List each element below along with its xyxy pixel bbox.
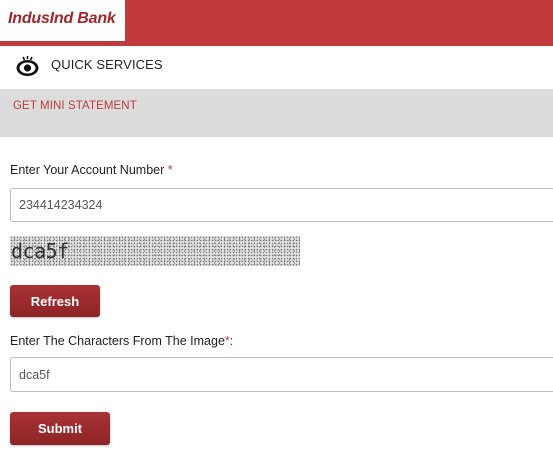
refresh-button[interactable]: Refresh [10, 285, 100, 317]
captcha-input-label-text: Enter The Characters From The Image [10, 334, 225, 348]
quick-services-label: QUICK SERVICES [51, 57, 163, 72]
captcha-input[interactable] [10, 357, 553, 392]
section-header: GET MINI STATEMENT [0, 89, 553, 137]
eye-icon [15, 54, 40, 78]
captcha-text: dca5f [11, 239, 69, 263]
submit-button[interactable]: Submit [10, 412, 110, 445]
bank-logo-text: IndusInd Bank [8, 10, 116, 27]
required-mark: * [167, 163, 173, 177]
top-header-bar: IndusInd Bank [0, 0, 553, 48]
captcha-image: dca5f [10, 236, 300, 266]
section-title: GET MINI STATEMENT [13, 100, 137, 112]
account-number-input[interactable] [10, 188, 553, 222]
quick-services-bar: QUICK SERVICES [0, 46, 553, 88]
bank-logo[interactable]: IndusInd Bank [0, 0, 125, 41]
account-number-label: Enter Your Account Number * [10, 163, 173, 177]
account-number-label-text: Enter Your Account Number [10, 163, 168, 177]
captcha-input-label: Enter The Characters From The Image*: [10, 334, 233, 348]
label-colon: : [229, 334, 234, 348]
